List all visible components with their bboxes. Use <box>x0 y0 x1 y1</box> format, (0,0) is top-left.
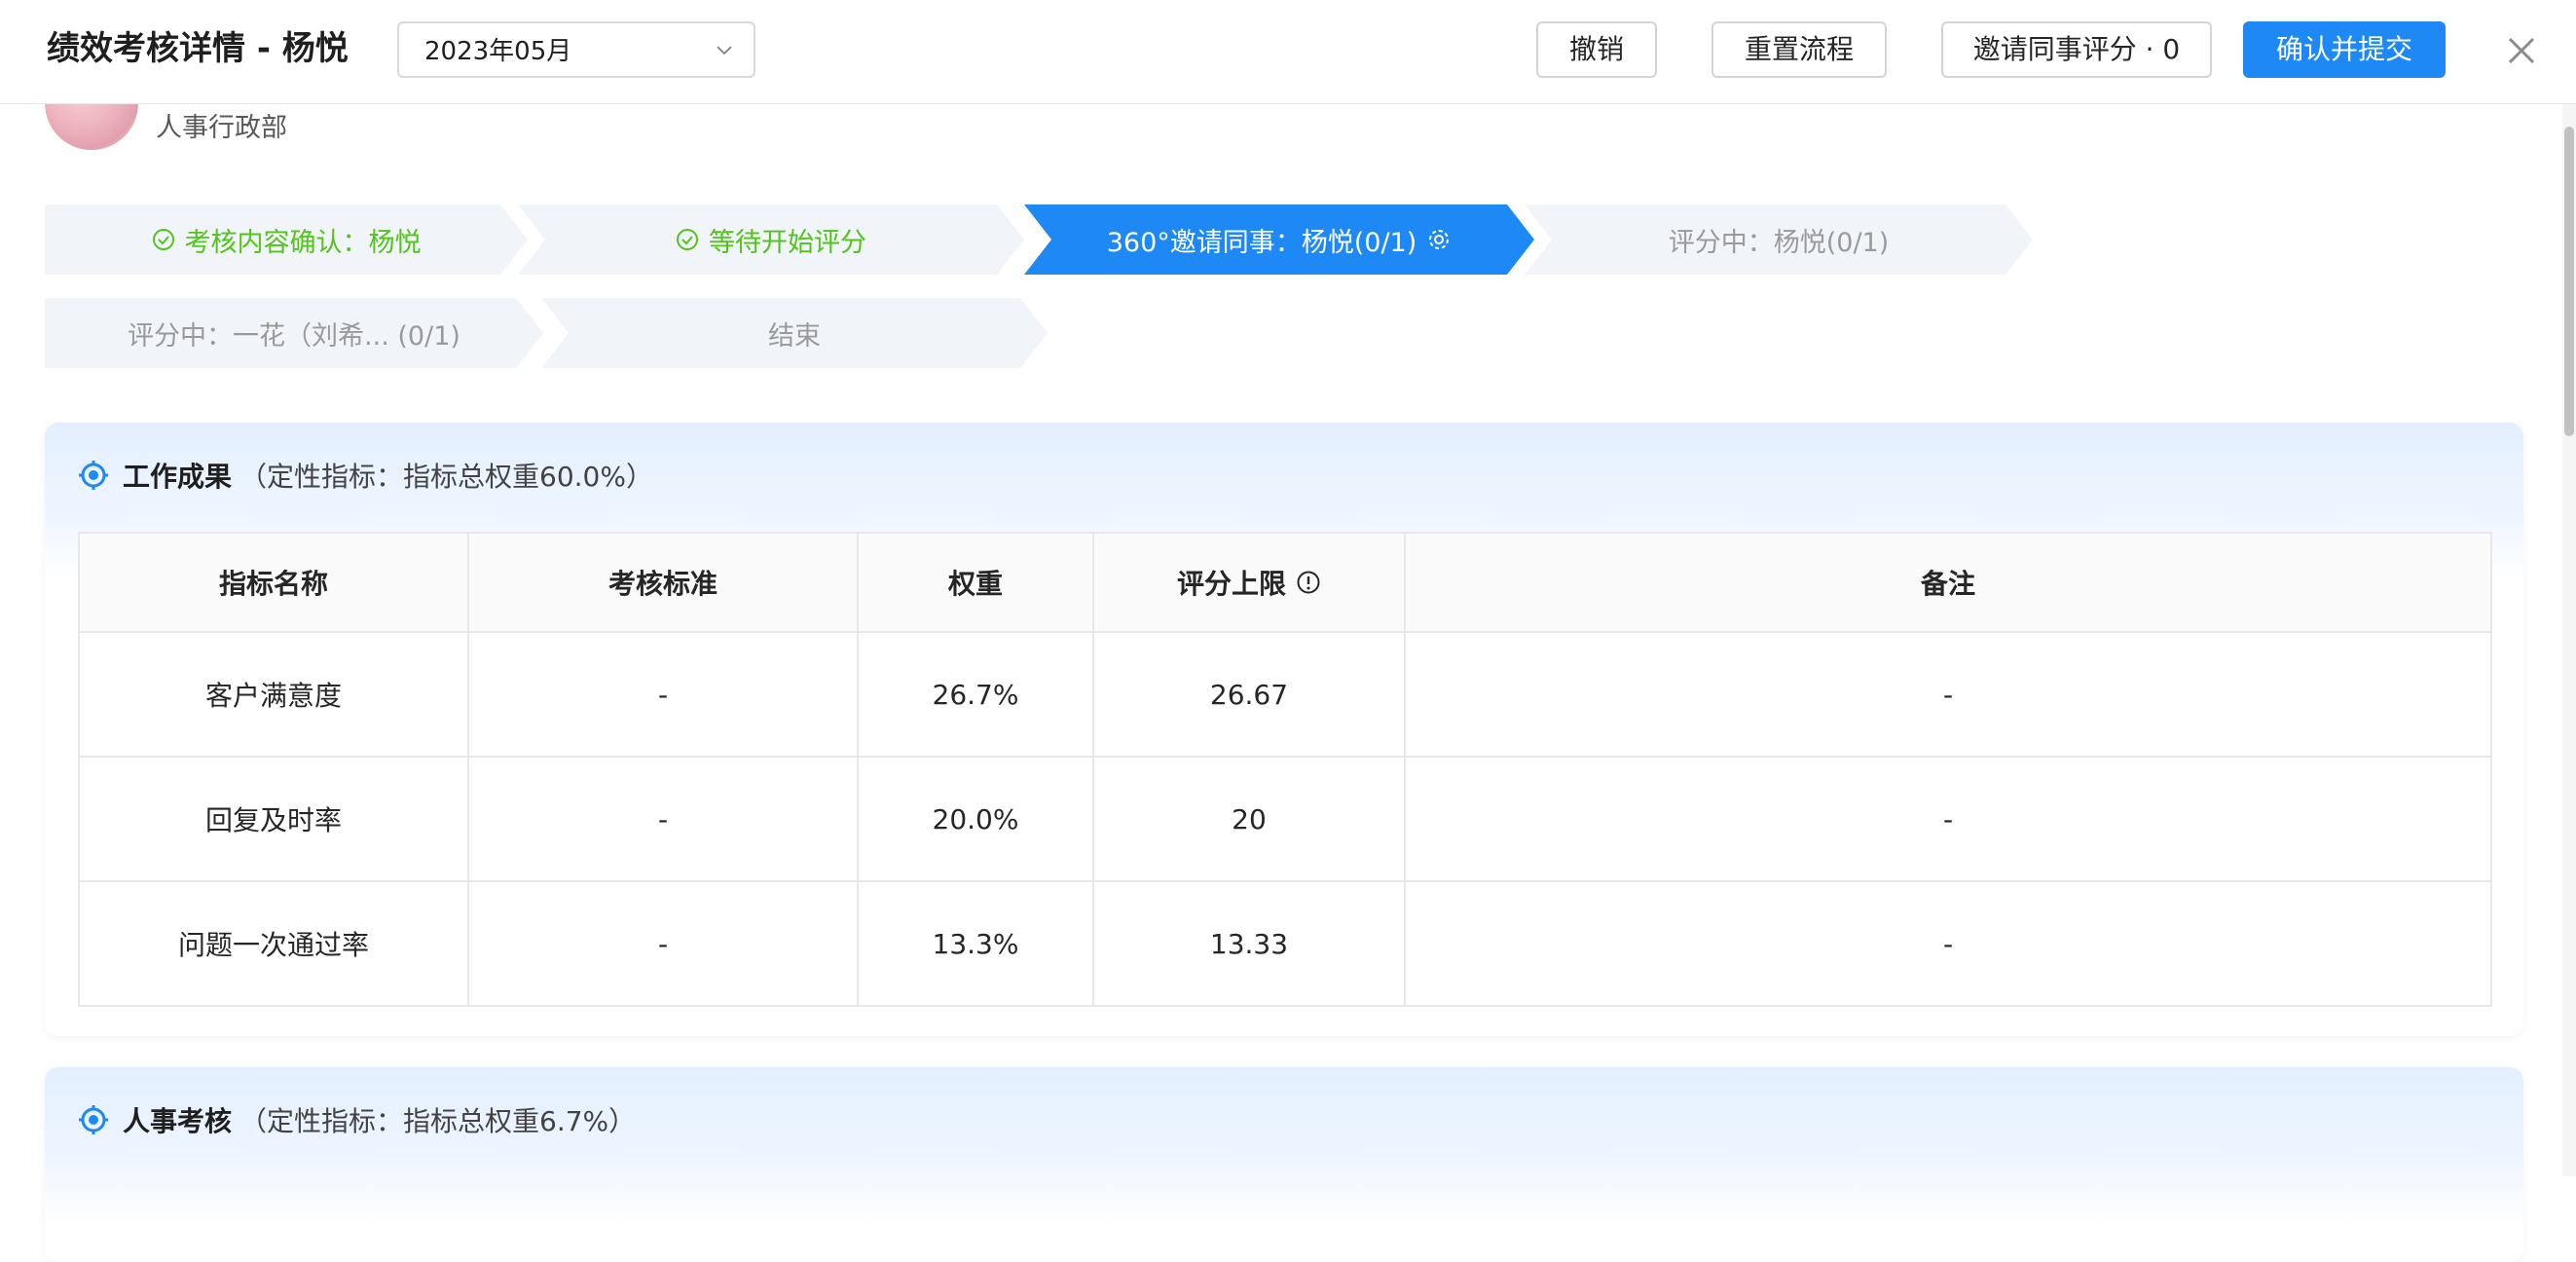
section-title: 人事考核 <box>123 1105 233 1137</box>
cell-score-limit: 26.67 <box>1092 631 1406 758</box>
cell-indicator-name: 回复及时率 <box>78 756 469 882</box>
step-label: 结束 <box>768 320 821 352</box>
table-header-row: 指标名称 考核标准 权重 评分上限 备注 <box>78 532 2492 633</box>
month-select-value: 2023年05月 <box>424 37 572 66</box>
target-icon <box>79 461 108 490</box>
column-header-score-limit: 评分上限 <box>1092 532 1406 633</box>
revoke-button[interactable]: 撤销 <box>1536 21 1657 78</box>
section-title: 工作成果 <box>123 461 233 493</box>
info-icon[interactable] <box>1296 570 1321 595</box>
check-circle-icon <box>676 228 699 251</box>
gear-icon[interactable] <box>1426 227 1452 252</box>
column-header-label: 评分上限 <box>1176 568 1286 600</box>
invite-colleague-button[interactable]: 邀请同事评分 · 0 <box>1941 21 2212 78</box>
page-header: 绩效考核详情 - 杨悦 2023年05月 撤销 重置流程 邀请同事评分 · 0 … <box>0 0 2576 104</box>
cell-standard: - <box>467 631 859 758</box>
section-subtitle: （定性指标：指标总权重60.0%） <box>239 461 653 493</box>
cell-indicator-name: 客户满意度 <box>78 631 469 758</box>
step-scoring-self[interactable]: 评分中：杨悦(0/1) <box>1525 204 2033 275</box>
chevron-down-icon <box>717 46 732 56</box>
page-title: 绩效考核详情 - 杨悦 <box>47 29 349 68</box>
step-label: 评分中：一花（刘希... (0/1) <box>128 320 460 352</box>
step-label: 等待开始评分 <box>709 227 866 258</box>
step-invite-colleague[interactable]: 360°邀请同事：杨悦(0/1) <box>1024 204 1534 275</box>
reset-flow-button[interactable]: 重置流程 <box>1711 21 1887 78</box>
confirm-submit-button[interactable]: 确认并提交 <box>2243 21 2446 78</box>
step-label: 考核内容确认：杨悦 <box>184 227 422 258</box>
check-circle-icon <box>152 228 175 251</box>
close-icon[interactable] <box>2504 33 2539 68</box>
section-header: 工作成果 （定性指标：指标总权重60.0%） <box>78 456 653 495</box>
step-waiting-start[interactable]: 等待开始评分 <box>518 204 1024 275</box>
cell-score-limit: 20 <box>1092 756 1406 882</box>
cell-remark: - <box>1404 756 2492 882</box>
step-end[interactable]: 结束 <box>541 298 1048 368</box>
month-select[interactable]: 2023年05月 <box>397 21 755 78</box>
cell-weight: 26.7% <box>857 631 1094 758</box>
cell-remark: - <box>1404 631 2492 758</box>
table-row: 客户满意度 - 26.7% 26.67 - <box>78 631 2492 758</box>
column-header: 备注 <box>1404 532 2492 633</box>
cell-score-limit: 13.33 <box>1092 880 1406 1007</box>
target-icon <box>79 1105 108 1134</box>
step-label: 评分中：杨悦(0/1) <box>1668 227 1890 258</box>
cell-indicator-name: 问题一次通过率 <box>78 880 469 1007</box>
column-header: 指标名称 <box>78 532 469 633</box>
cell-remark: - <box>1404 880 2492 1007</box>
cell-standard: - <box>467 880 859 1007</box>
section-subtitle: （定性指标：指标总权重6.7%） <box>239 1105 637 1137</box>
indicator-table: 指标名称 考核标准 权重 评分上限 备注 客户满意度 - 26.7% 26.67… <box>78 532 2492 1007</box>
scrollbar-thumb[interactable] <box>2564 127 2574 436</box>
column-header: 权重 <box>857 532 1094 633</box>
column-header: 考核标准 <box>467 532 859 633</box>
section-header: 人事考核 （定性指标：指标总权重6.7%） <box>78 1100 636 1139</box>
section-work-results: 工作成果 （定性指标：指标总权重60.0%） 指标名称 考核标准 权重 评分上限 <box>45 423 2523 1036</box>
cell-standard: - <box>467 756 859 882</box>
table-row: 问题一次通过率 - 13.3% 13.33 - <box>78 880 2492 1007</box>
section-hr-review: 人事考核 （定性指标：指标总权重6.7%） <box>45 1067 2523 1262</box>
step-label: 360°邀请同事：杨悦(0/1) <box>1106 227 1417 258</box>
table-row: 回复及时率 - 20.0% 20 - <box>78 756 2492 882</box>
step-scoring-other[interactable]: 评分中：一花（刘希... (0/1) <box>45 298 543 368</box>
cell-weight: 20.0% <box>857 756 1094 882</box>
cell-weight: 13.3% <box>857 880 1094 1007</box>
step-content-confirm[interactable]: 考核内容确认：杨悦 <box>45 204 528 275</box>
department-label: 人事行政部 <box>156 113 287 143</box>
